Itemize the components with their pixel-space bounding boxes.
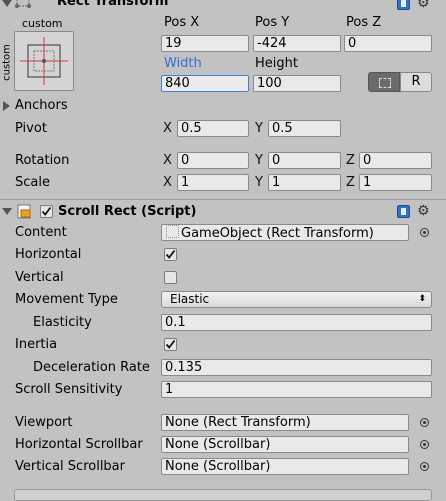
- movement-type-label: Movement Type: [15, 292, 118, 307]
- width-label: Width: [164, 56, 202, 71]
- pos-z-label: Pos Z: [346, 15, 382, 30]
- scale-z-field[interactable]: 1: [359, 174, 432, 191]
- pos-y-field[interactable]: -424: [253, 35, 341, 52]
- rect-transform-foldout-icon[interactable]: [2, 0, 12, 7]
- raw-edit-label: R: [411, 74, 421, 89]
- viewport-label: Viewport: [15, 415, 73, 430]
- pivot-label: Pivot: [15, 121, 47, 136]
- vertical-checkbox[interactable]: [164, 271, 177, 284]
- scroll-rect-title: Scroll Rect (Script): [58, 204, 197, 219]
- elasticity-field[interactable]: 0.1: [161, 314, 432, 331]
- raw-edit-button[interactable]: R: [400, 72, 432, 92]
- anchor-preset-label: custom: [22, 17, 63, 30]
- width-field[interactable]: 840: [161, 75, 249, 92]
- game-object-icon: [166, 225, 179, 238]
- viewport-object-picker-icon[interactable]: [420, 418, 429, 427]
- rotation-y-axis: Y: [255, 153, 263, 168]
- component-divider: [0, 199, 446, 200]
- scale-x-axis: X: [163, 175, 172, 190]
- pos-x-label: Pos X: [164, 15, 200, 30]
- anchor-crosshair-icon: [20, 37, 68, 85]
- horizontal-scrollbar-label: Horizontal Scrollbar: [15, 437, 143, 452]
- anchors-label[interactable]: Anchors: [15, 98, 68, 114]
- inertia-checkbox[interactable]: [164, 338, 177, 351]
- vertical-scrollbar-label: Vertical Scrollbar: [15, 459, 125, 474]
- scroll-rect-gear-icon[interactable]: ⚙: [417, 204, 430, 218]
- movement-type-value: Elastic: [170, 292, 210, 306]
- rotation-label: Rotation: [15, 153, 70, 168]
- rotation-x-axis: X: [163, 153, 172, 168]
- blueprint-mode-button[interactable]: [368, 72, 400, 92]
- pos-z-field[interactable]: 0: [344, 35, 432, 52]
- pos-y-label: Pos Y: [255, 15, 290, 30]
- scroll-sensitivity-field[interactable]: 1: [161, 381, 432, 398]
- scale-label: Scale: [15, 175, 50, 190]
- content-value: GameObject (Rect Transform): [181, 226, 374, 241]
- scale-y-axis: Y: [255, 175, 263, 190]
- gear-icon[interactable]: ⚙: [417, 0, 430, 10]
- content-object-picker-icon[interactable]: [420, 228, 429, 237]
- horizontal-scrollbar-picker-icon[interactable]: [420, 440, 429, 449]
- vertical-scrollbar-picker-icon[interactable]: [420, 462, 429, 471]
- height-field[interactable]: 100: [253, 75, 341, 92]
- viewport-field[interactable]: None (Rect Transform): [161, 414, 409, 431]
- scroll-rect-help-icon[interactable]: [397, 205, 410, 218]
- height-label: Height: [255, 56, 298, 71]
- scroll-rect-foldout-icon[interactable]: [2, 208, 12, 215]
- vertical-scrollbar-field[interactable]: None (Scrollbar): [161, 458, 409, 475]
- pivot-y-field[interactable]: 0.5: [268, 120, 341, 137]
- horizontal-checkbox[interactable]: [164, 248, 177, 261]
- content-label: Content: [15, 225, 67, 240]
- rotation-z-field[interactable]: 0: [359, 152, 432, 169]
- rect-transform-icon: [14, 0, 32, 10]
- rotation-x-field[interactable]: 0: [177, 152, 249, 169]
- anchor-side-label: custom: [1, 40, 13, 88]
- vertical-label: Vertical: [15, 270, 64, 285]
- pivot-x-field[interactable]: 0.5: [177, 120, 249, 137]
- content-field[interactable]: GameObject (Rect Transform): [161, 224, 409, 241]
- deceleration-rate-label: Deceleration Rate: [33, 360, 150, 375]
- horizontal-label: Horizontal: [15, 247, 82, 262]
- rotation-y-field[interactable]: 0: [268, 152, 341, 169]
- movement-type-dropdown[interactable]: Elastic ⬍: [161, 291, 432, 308]
- dropdown-arrows-icon: ⬍: [418, 294, 426, 304]
- help-book-icon[interactable]: [397, 0, 410, 10]
- pos-x-field[interactable]: 19: [161, 35, 249, 52]
- anchor-preset-button[interactable]: [14, 31, 74, 91]
- scale-x-field[interactable]: 1: [177, 174, 249, 191]
- scale-z-axis: Z: [346, 175, 355, 190]
- scroll-rect-enabled-checkbox[interactable]: [40, 205, 53, 218]
- deceleration-rate-field[interactable]: 0.135: [161, 359, 432, 376]
- scroll-sensitivity-label: Scroll Sensitivity: [15, 382, 123, 397]
- anchors-foldout-icon[interactable]: [3, 101, 10, 111]
- blueprint-icon: [379, 78, 391, 88]
- pivot-x-axis: X: [163, 121, 172, 136]
- anchor-side-label-text: custom: [1, 44, 13, 81]
- horizontal-scrollbar-field[interactable]: None (Scrollbar): [161, 436, 409, 453]
- rect-transform-title: Rect Transform: [57, 0, 169, 9]
- rotation-z-axis: Z: [346, 153, 355, 168]
- script-icon: [17, 204, 32, 219]
- pivot-y-axis: Y: [255, 121, 263, 136]
- next-component-box: [14, 489, 432, 501]
- elasticity-label: Elasticity: [33, 315, 92, 330]
- inertia-label: Inertia: [15, 337, 58, 352]
- scale-y-field[interactable]: 1: [268, 174, 341, 191]
